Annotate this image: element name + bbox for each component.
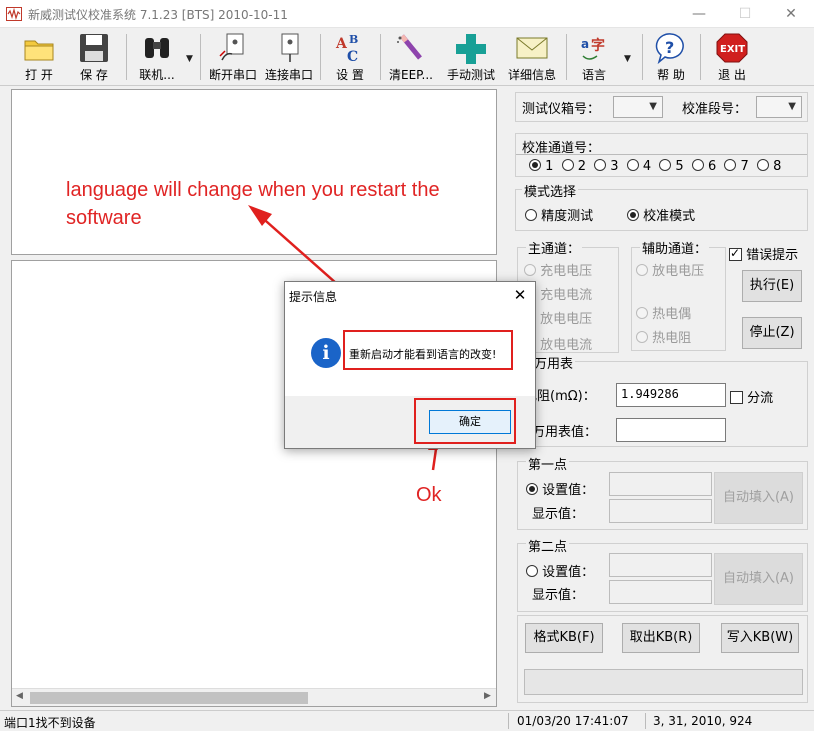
dialog-title: 提示信息 [289,290,338,304]
info-dialog: 提示信息 ✕ i 重新启动才能看到语言的改变! 确定 [284,281,536,449]
info-icon: i [311,338,341,368]
annotation-ok-text: Ok [416,484,442,506]
dialog-close-icon[interactable]: ✕ [511,286,529,304]
annotation-text-line2: software [66,207,142,229]
message-highlight-box [343,330,513,370]
ok-highlight-box [414,398,516,444]
annotation-text-line1: language will change when you restart th… [66,179,440,201]
